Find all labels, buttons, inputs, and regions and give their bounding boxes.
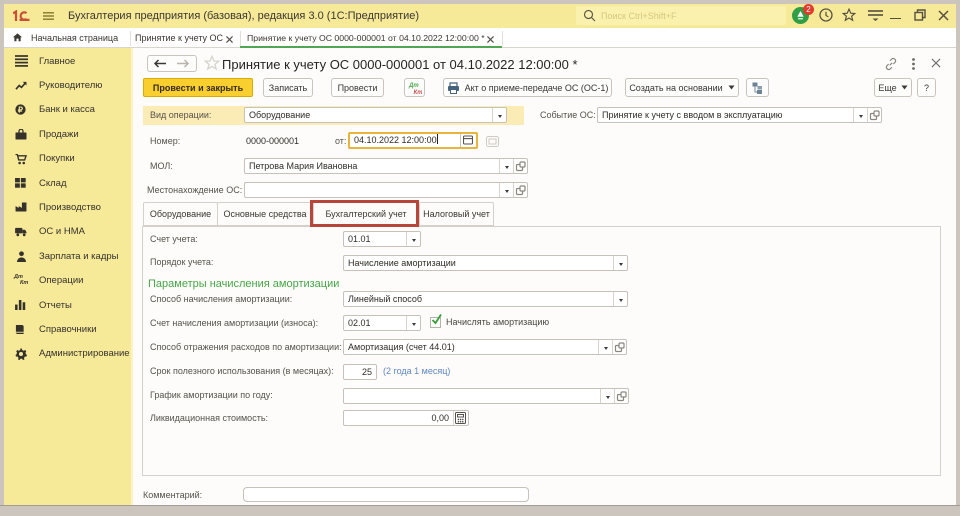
svg-text:Кт: Кт <box>413 90 422 94</box>
svg-text:₽: ₽ <box>18 106 23 115</box>
svg-text:Дт: Дт <box>408 83 419 89</box>
